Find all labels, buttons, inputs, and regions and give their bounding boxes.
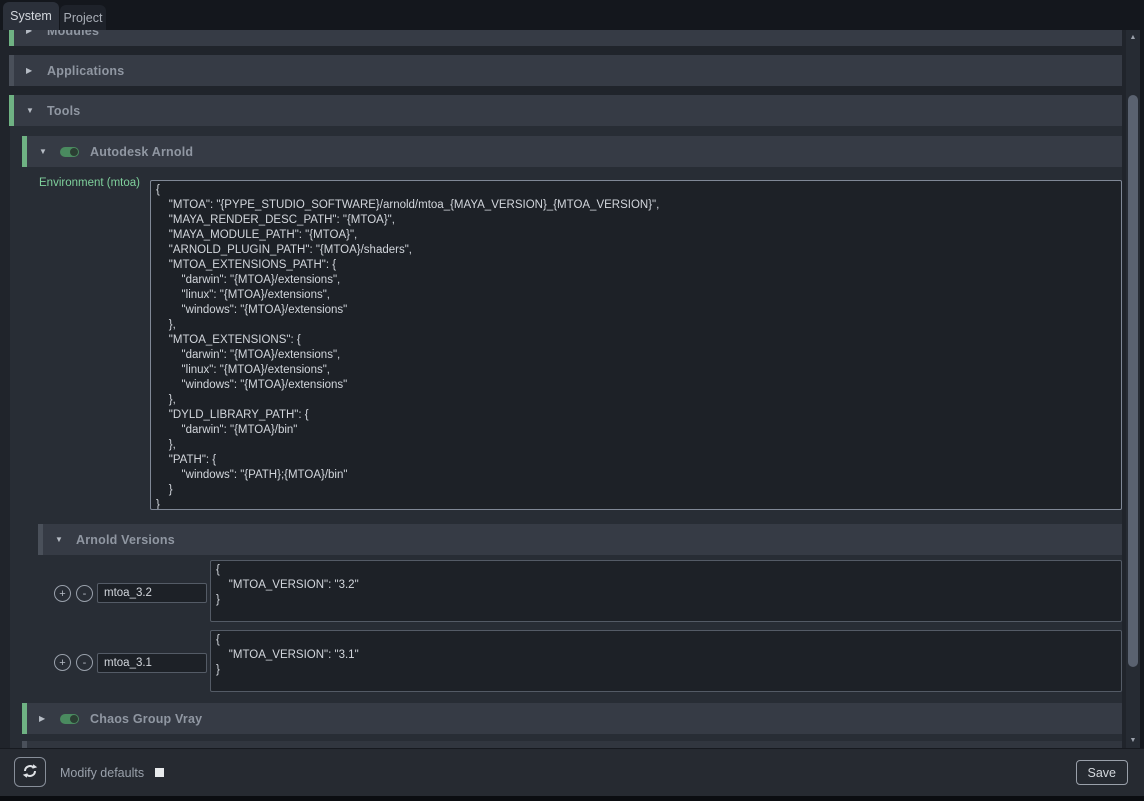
- section-header-applications[interactable]: ▶ Applications: [9, 55, 1122, 86]
- section-title: Applications: [47, 64, 124, 78]
- remove-item-button[interactable]: -: [76, 585, 93, 602]
- section-header-arnold-versions[interactable]: ▼ Arnold Versions: [38, 524, 1122, 555]
- chevron-right-icon: ▶: [26, 30, 36, 35]
- section-title: Arnold Versions: [76, 533, 175, 547]
- vertical-scrollbar[interactable]: ▲ ▼: [1126, 30, 1140, 748]
- environment-mtoa-label: Environment (mtoa): [10, 177, 140, 189]
- refresh-button[interactable]: [14, 757, 46, 787]
- toggle-knob: [70, 148, 78, 156]
- section-title: Autodesk Arnold: [90, 145, 193, 159]
- settings-scroll-area: ▶ Modules ▶ Applications ▼ Tools ▼ Autod…: [0, 30, 1126, 748]
- footer-bar: Modify defaults Save: [0, 748, 1144, 796]
- save-button[interactable]: Save: [1076, 760, 1129, 785]
- tab-system[interactable]: System: [3, 2, 59, 30]
- arnold-version-value-textarea[interactable]: { "MTOA_VERSION": "3.2" }: [210, 560, 1122, 622]
- section-title: Chaos Group Vray: [90, 712, 202, 726]
- tab-project[interactable]: Project: [60, 5, 106, 30]
- settings-window: System Project ▶ Modules ▶ Applications …: [0, 0, 1144, 801]
- chevron-right-icon: ▶: [26, 66, 36, 75]
- vray-enabled-toggle-icon[interactable]: [60, 714, 79, 724]
- arnold-enabled-toggle-icon[interactable]: [60, 147, 79, 157]
- next-section-partial[interactable]: [22, 741, 1122, 748]
- add-item-button[interactable]: +: [54, 585, 71, 602]
- tab-bar: System Project: [0, 0, 1144, 30]
- section-header-tools[interactable]: ▼ Tools: [9, 95, 1122, 126]
- scrollbar-thumb[interactable]: [1128, 95, 1138, 667]
- chevron-down-icon: ▼: [26, 106, 36, 115]
- section-title: Modules: [47, 30, 99, 38]
- arnold-version-value-textarea[interactable]: { "MTOA_VERSION": "3.1" }: [210, 630, 1122, 692]
- section-header-chaos-group-vray[interactable]: ▶ Chaos Group Vray: [22, 703, 1122, 734]
- scroll-up-icon[interactable]: ▲: [1126, 34, 1140, 41]
- modify-defaults-checkbox[interactable]: [155, 768, 164, 777]
- section-header-modules[interactable]: ▶ Modules: [9, 30, 1122, 46]
- toggle-knob: [70, 715, 78, 723]
- add-item-button[interactable]: +: [54, 654, 71, 671]
- chevron-right-icon: ▶: [39, 714, 49, 723]
- remove-item-button[interactable]: -: [76, 654, 93, 671]
- refresh-icon: [21, 762, 39, 783]
- section-title: Tools: [47, 104, 80, 118]
- modify-defaults-label: Modify defaults: [60, 766, 144, 780]
- environment-mtoa-textarea[interactable]: { "MTOA": "{PYPE_STUDIO_SOFTWARE}/arnold…: [150, 180, 1122, 510]
- scroll-down-icon[interactable]: ▼: [1126, 737, 1140, 744]
- arnold-version-key-input[interactable]: [97, 583, 207, 603]
- section-header-autodesk-arnold[interactable]: ▼ Autodesk Arnold: [22, 136, 1122, 167]
- chevron-down-icon: ▼: [39, 147, 49, 156]
- window-bottom-edge: [0, 796, 1144, 801]
- arnold-version-key-input[interactable]: [97, 653, 207, 673]
- chevron-down-icon: ▼: [55, 535, 65, 544]
